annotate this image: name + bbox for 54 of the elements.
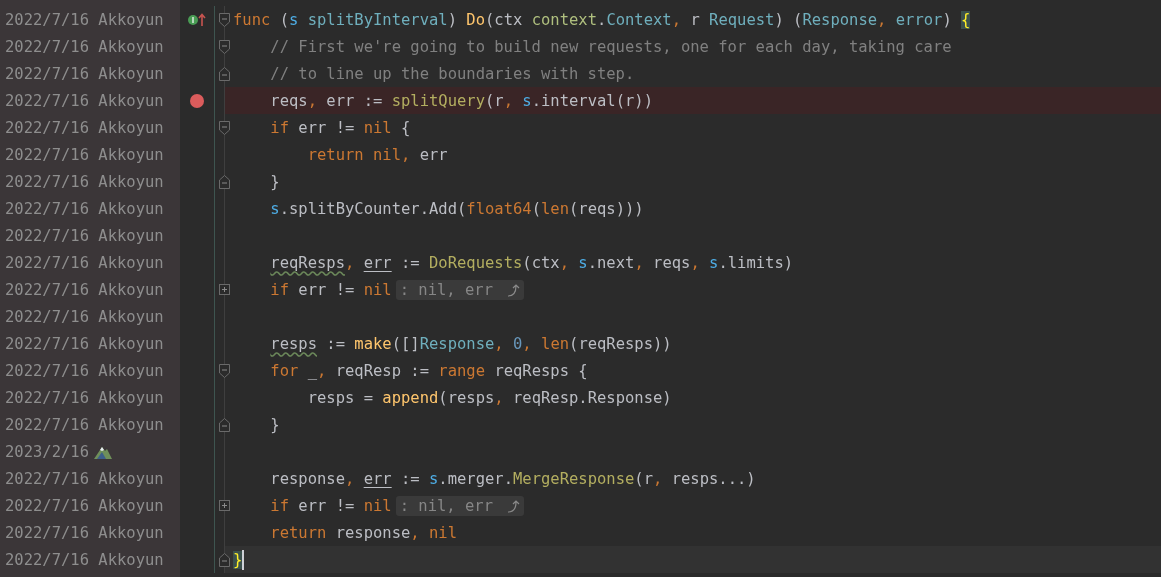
code-line: resps := make([]Response, 0, len(reqResps)) — [269, 334, 672, 353]
blame-annotation: 2022/7/16 Akkoyun — [5, 64, 164, 83]
collapse-icon[interactable] — [218, 552, 230, 567]
blame-annotation: 2022/7/16 Akkoyun — [5, 307, 164, 326]
blame-annotation: 2022/7/16 Akkoyun — [5, 280, 164, 299]
collapse-icon[interactable] — [218, 39, 230, 54]
blame-annotation: 2023/2/16 — [5, 442, 89, 461]
code-line: response, err := s.merger.MergeResponse(r, resps...) — [269, 469, 756, 488]
blame-annotation: 2022/7/16 Akkoyun — [5, 145, 164, 164]
blame-annotation: 2022/7/16 Akkoyun — [5, 523, 164, 542]
expand-icon[interactable] — [218, 500, 230, 511]
code-line: if err != nil { — [269, 118, 411, 137]
blame-annotation: 2022/7/16 Akkoyun — [5, 334, 164, 353]
implementation-marker-icon[interactable] — [187, 12, 207, 27]
blame-annotation: 2022/7/16 Akkoyun — [5, 226, 164, 245]
code-line: for _, reqResp := range reqResps { — [269, 361, 588, 380]
return-arrow-icon — [506, 498, 521, 513]
blame-annotation: 2022/7/16 Akkoyun — [5, 469, 164, 488]
code-line: return nil, err — [306, 145, 448, 164]
code-line: } — [269, 172, 280, 191]
code-line: // First we're going to build new requests, one for each day, taking care — [269, 37, 952, 56]
blame-annotation: 2022/7/16 Akkoyun — [5, 10, 164, 29]
blame-annotation: 2022/7/16 Akkoyun — [5, 91, 164, 110]
code-line: reqResps, err := DoRequests(ctx, s.next, reqs, s.limits) — [269, 253, 794, 272]
code-line: func (s splitByInterval) Do(ctx context.Context, r Request) (Response, error) { — [233, 10, 971, 29]
blame-annotation: 2022/7/16 Akkoyun — [5, 550, 164, 569]
code-line: return response, nil — [269, 523, 457, 542]
code-line: reqs, err := splitQuery(r, s.interval(r)) — [269, 91, 654, 110]
blame-annotation: 2022/7/16 Akkoyun — [5, 37, 164, 56]
collapse-icon[interactable] — [218, 417, 230, 432]
return-arrow-icon — [506, 282, 521, 297]
blame-annotation: 2022/7/16 Akkoyun — [5, 361, 164, 380]
folded-code-hint[interactable]: : nil, err — [395, 279, 525, 300]
code-line: resps = append(resps, reqResp.Response) — [306, 388, 672, 407]
collapse-icon[interactable] — [218, 174, 230, 189]
collapse-icon[interactable] — [218, 66, 230, 81]
blame-annotation: 2022/7/16 Akkoyun — [5, 172, 164, 191]
blame-annotation: 2022/7/16 Akkoyun — [5, 118, 164, 137]
folded-code-hint[interactable]: : nil, err — [395, 495, 525, 516]
blame-annotation: 2022/7/16 Akkoyun — [5, 199, 164, 218]
blame-annotation: 2022/7/16 Akkoyun — [5, 388, 164, 407]
expand-icon[interactable] — [218, 284, 230, 295]
breakpoint-icon[interactable] — [190, 93, 204, 108]
code-line: if err != nil — [269, 496, 392, 515]
blame-annotation: 2022/7/16 Akkoyun — [5, 415, 164, 434]
code-line: s.splitByCounter.Add(float64(len(reqs))) — [269, 199, 644, 218]
collapse-icon[interactable] — [218, 12, 230, 27]
blame-annotation: 2022/7/16 Akkoyun — [5, 253, 164, 272]
blame-annotation: 2022/7/16 Akkoyun — [5, 496, 164, 515]
code-line: if err != nil — [269, 280, 392, 299]
collapse-icon[interactable] — [218, 120, 230, 135]
code-line: } — [269, 415, 280, 434]
code-line: // to line up the boundaries with step. — [269, 64, 635, 83]
collapse-icon[interactable] — [218, 363, 230, 378]
